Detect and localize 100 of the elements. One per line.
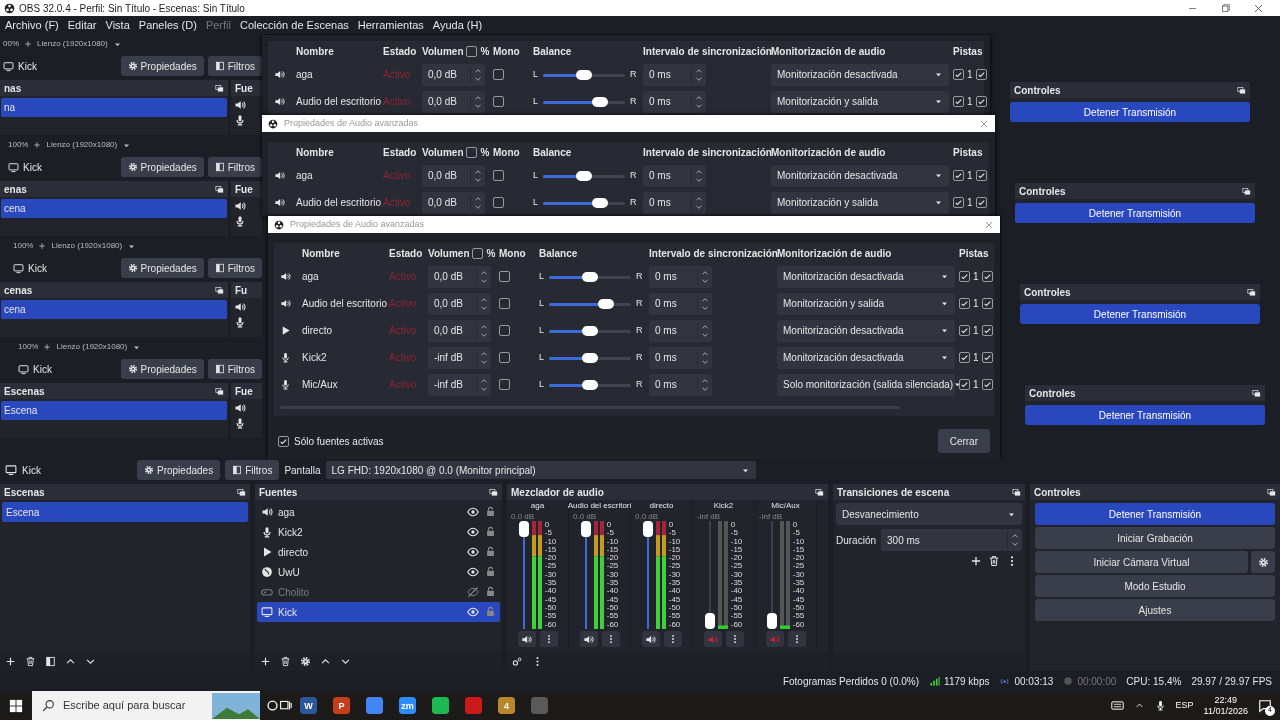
track-checkbox[interactable] bbox=[959, 271, 970, 282]
eye-icon[interactable] bbox=[467, 566, 479, 578]
monitoring-dropdown[interactable]: Monitorización desactivada bbox=[771, 63, 949, 86]
mono-checkbox[interactable] bbox=[499, 325, 510, 336]
track-checkbox[interactable] bbox=[975, 197, 987, 208]
track-checkbox[interactable] bbox=[953, 197, 964, 208]
source-item[interactable]: UwU bbox=[257, 562, 500, 582]
mono-checkbox[interactable] bbox=[493, 170, 504, 181]
properties-button[interactable]: Propiedades bbox=[120, 157, 204, 177]
menu-item[interactable]: Vista bbox=[105, 16, 130, 34]
undock-icon[interactable] bbox=[1237, 85, 1246, 95]
cortana-icon[interactable] bbox=[266, 699, 279, 712]
properties-button[interactable]: Propiedades bbox=[120, 359, 204, 379]
balance-slider[interactable] bbox=[543, 96, 625, 107]
track-checkbox[interactable] bbox=[981, 271, 993, 282]
undock-icon[interactable] bbox=[1012, 487, 1021, 497]
active-only-checkbox[interactable] bbox=[278, 435, 289, 447]
close-icon[interactable] bbox=[979, 118, 989, 129]
mono-checkbox[interactable] bbox=[493, 69, 504, 80]
trash-icon[interactable] bbox=[988, 555, 1000, 567]
undock-icon[interactable] bbox=[215, 184, 224, 194]
mono-checkbox[interactable] bbox=[493, 96, 504, 107]
close-icon[interactable] bbox=[984, 219, 994, 230]
track-checkbox[interactable] bbox=[981, 298, 993, 309]
undock-icon[interactable] bbox=[215, 285, 224, 295]
scene-item[interactable]: Escena bbox=[1, 401, 227, 420]
stop-stream-button[interactable]: Detener Transmisión bbox=[1015, 203, 1255, 223]
plus-icon[interactable] bbox=[33, 141, 42, 149]
monitoring-dropdown[interactable]: Monitorización y salida bbox=[771, 90, 949, 113]
monitoring-dropdown[interactable]: Monitorización y salida bbox=[771, 191, 949, 214]
track-checkbox[interactable] bbox=[981, 325, 993, 336]
balance-slider[interactable] bbox=[543, 170, 625, 181]
menu-button[interactable] bbox=[725, 631, 744, 647]
start-icon[interactable] bbox=[9, 698, 23, 713]
trash-icon[interactable] bbox=[25, 655, 36, 667]
menu-button[interactable] bbox=[787, 631, 806, 647]
lock-icon[interactable] bbox=[485, 586, 496, 597]
filters-button[interactable]: Filtros bbox=[207, 157, 262, 177]
track-checkbox[interactable] bbox=[953, 69, 964, 80]
control-button[interactable]: Modo Estudio bbox=[1035, 575, 1275, 597]
stop-stream-button[interactable]: Detener Transmisión bbox=[1010, 102, 1250, 122]
properties-button[interactable]: Propiedades bbox=[120, 56, 204, 76]
source-item[interactable]: Cholito bbox=[257, 582, 500, 602]
track-checkbox[interactable] bbox=[975, 69, 987, 80]
settings-button[interactable] bbox=[1251, 551, 1275, 573]
balance-slider[interactable] bbox=[549, 271, 631, 282]
balance-slider[interactable] bbox=[549, 379, 631, 390]
mono-checkbox[interactable] bbox=[499, 379, 510, 390]
menu-button[interactable] bbox=[539, 631, 558, 647]
lock-icon[interactable] bbox=[485, 546, 496, 557]
track-checkbox[interactable] bbox=[953, 96, 964, 107]
track-checkbox[interactable] bbox=[981, 352, 993, 363]
balance-slider[interactable] bbox=[543, 69, 625, 80]
track-checkbox[interactable] bbox=[959, 352, 970, 363]
mute-button[interactable] bbox=[517, 631, 536, 647]
mute-button[interactable] bbox=[579, 631, 598, 647]
app-icon[interactable]: P bbox=[333, 697, 350, 714]
menu-item[interactable]: Colección de Escenas bbox=[239, 16, 349, 34]
undock-icon[interactable] bbox=[1242, 186, 1251, 196]
balance-slider[interactable] bbox=[549, 325, 631, 336]
close-icon[interactable] bbox=[1253, 2, 1264, 14]
source-item[interactable]: Kick bbox=[257, 602, 500, 622]
control-button[interactable]: Iniciar Cámara Virtual bbox=[1035, 551, 1248, 573]
undock-icon[interactable] bbox=[215, 83, 224, 93]
fader-thumb[interactable] bbox=[580, 521, 591, 537]
mono-checkbox[interactable] bbox=[499, 352, 510, 363]
balance-slider[interactable] bbox=[549, 352, 631, 363]
mono-checkbox[interactable] bbox=[499, 298, 510, 309]
menu-item[interactable]: Paneles (D) bbox=[138, 16, 197, 34]
source-item[interactable]: aga bbox=[257, 502, 500, 522]
transition-dropdown[interactable]: Desvanecimiento bbox=[836, 503, 1022, 525]
restore-icon[interactable] bbox=[1220, 2, 1231, 14]
plus-icon[interactable] bbox=[24, 40, 32, 48]
control-button[interactable]: Iniciar Grabación bbox=[1035, 527, 1275, 549]
app-icon[interactable] bbox=[432, 697, 449, 714]
control-button[interactable]: Ajustes bbox=[1035, 599, 1275, 621]
undock-icon[interactable] bbox=[815, 487, 824, 497]
app-icon[interactable] bbox=[366, 697, 383, 714]
track-checkbox[interactable] bbox=[959, 379, 970, 390]
balance-slider[interactable] bbox=[543, 197, 625, 208]
undock-icon[interactable] bbox=[489, 487, 498, 497]
track-checkbox[interactable] bbox=[975, 96, 987, 107]
undock-icon[interactable] bbox=[237, 487, 246, 497]
fader-thumb[interactable] bbox=[518, 521, 529, 537]
eye-icon[interactable] bbox=[467, 506, 479, 518]
undock-icon[interactable] bbox=[1252, 388, 1261, 398]
add-icon[interactable] bbox=[260, 655, 271, 667]
eye-icon[interactable] bbox=[467, 526, 479, 538]
settings-icon[interactable] bbox=[300, 655, 311, 667]
track-checkbox[interactable] bbox=[975, 170, 987, 181]
balance-slider[interactable] bbox=[549, 298, 631, 309]
undock-icon[interactable] bbox=[1247, 287, 1256, 297]
undock-icon[interactable] bbox=[1267, 487, 1276, 497]
undock-icon[interactable] bbox=[215, 386, 224, 396]
mono-checkbox[interactable] bbox=[499, 271, 510, 282]
monitoring-dropdown[interactable]: Monitorización y salida bbox=[777, 292, 955, 315]
menu-item[interactable]: Editar bbox=[67, 16, 97, 34]
monitoring-dropdown[interactable]: Monitorización desactivada bbox=[777, 346, 955, 369]
filter-icon[interactable] bbox=[45, 655, 56, 667]
scene-item[interactable]: Escena bbox=[2, 502, 248, 522]
